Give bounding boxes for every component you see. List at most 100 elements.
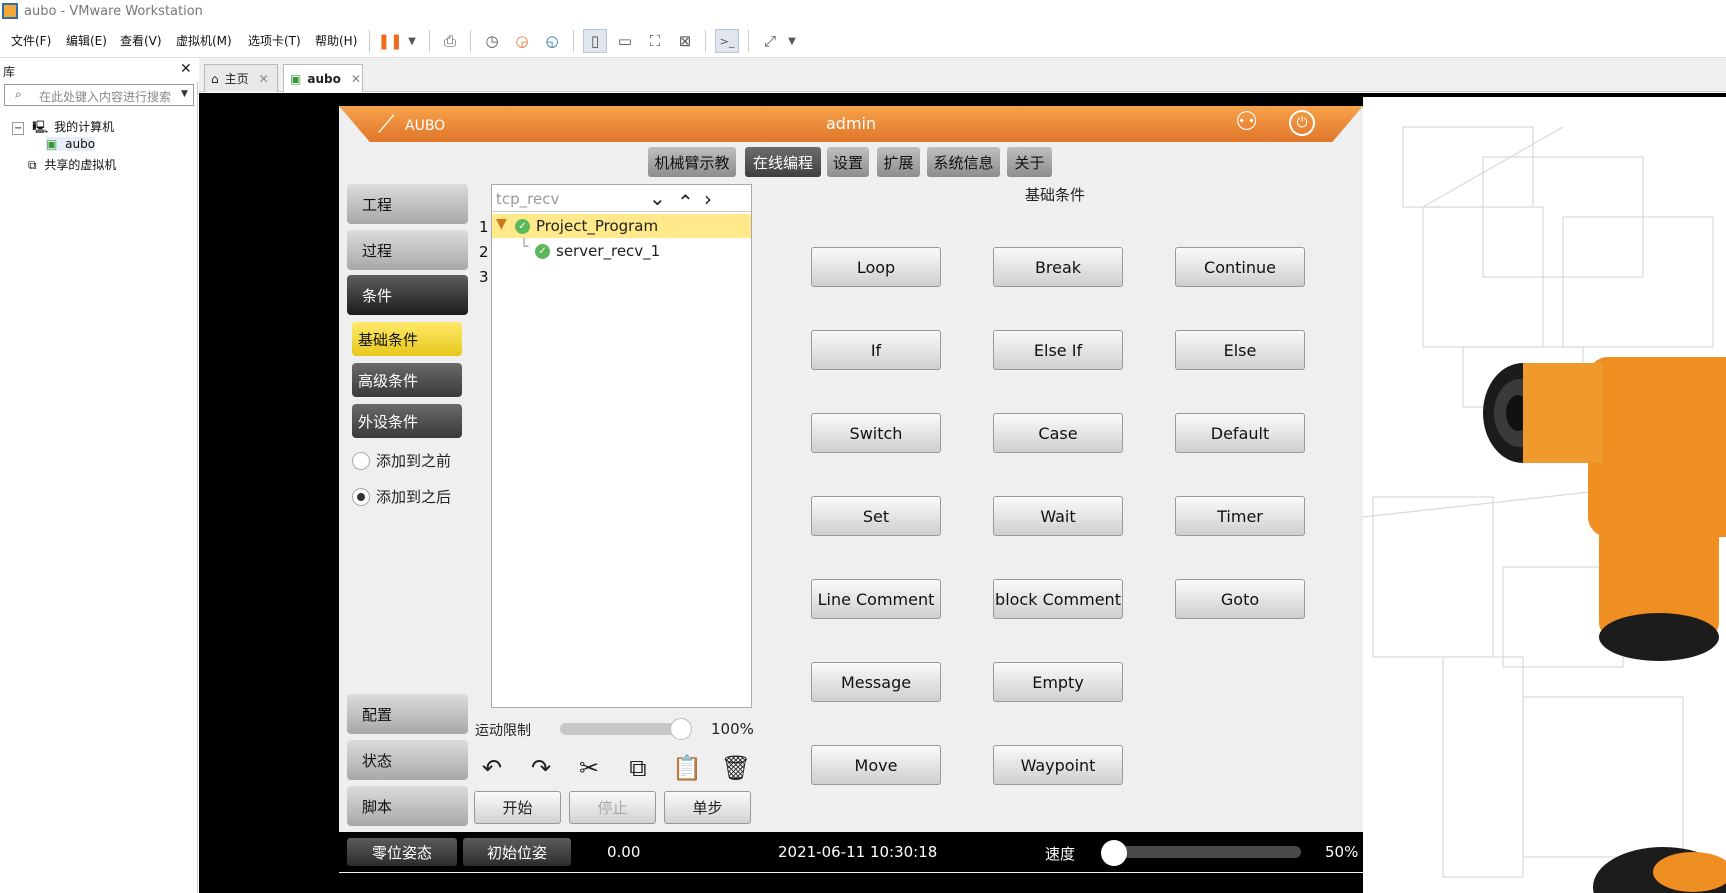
goto-button[interactable]: Goto xyxy=(1175,579,1305,619)
side-condition-button[interactable]: 条件 xyxy=(347,275,468,315)
side-config-button[interactable]: 配置 xyxy=(347,694,468,734)
continue-button[interactable]: Continue xyxy=(1175,247,1305,287)
wait-button[interactable]: Wait xyxy=(993,496,1123,536)
menu-tabs[interactable]: 选项卡(T) xyxy=(248,32,301,49)
radio-button[interactable] xyxy=(352,451,370,470)
search-icon: ⌕ xyxy=(15,87,22,101)
thumbnail-bar-icon[interactable]: ▭ xyxy=(613,29,637,53)
empty-button[interactable]: Empty xyxy=(993,662,1123,702)
stop-button[interactable]: 停止 xyxy=(569,791,656,824)
chevron-down-icon[interactable]: ▼ xyxy=(400,29,424,53)
home-icon: ⌂ xyxy=(211,71,219,86)
waypoint-button[interactable]: Waypoint xyxy=(993,745,1123,785)
else-if-button[interactable]: Else If xyxy=(993,330,1123,370)
start-button[interactable]: 开始 xyxy=(474,791,561,824)
cut-icon[interactable]: ✂ xyxy=(572,752,606,784)
close-icon[interactable]: ✕ xyxy=(180,61,192,77)
side-script-button[interactable]: 脚本 xyxy=(347,786,468,826)
line-number-gutter xyxy=(476,184,492,708)
tab-extensions[interactable]: 扩展 xyxy=(877,147,920,177)
menu-vm[interactable]: 虚拟机(M) xyxy=(176,32,232,49)
chevron-down-icon[interactable]: ▼ xyxy=(181,89,188,99)
tree-item-server-recv[interactable]: └ ✓ server_recv_1 xyxy=(492,239,751,263)
console-icon[interactable]: >_ xyxy=(715,29,739,53)
close-icon[interactable]: ✕ xyxy=(351,72,361,86)
stretch-icon[interactable]: ⤢ xyxy=(758,29,782,53)
motion-limit-slider[interactable] xyxy=(560,718,692,740)
delete-icon[interactable]: 🗑 xyxy=(719,752,753,784)
menu-view[interactable]: 查看(V) xyxy=(120,32,162,49)
block-comment-button[interactable]: block Comment xyxy=(993,579,1123,619)
tab-home[interactable]: ⌂ 主页 ✕ xyxy=(204,64,278,92)
chevron-down-icon[interactable]: ▼ xyxy=(780,29,804,53)
tree-item-aubo[interactable]: ▣ aubo xyxy=(46,137,96,151)
set-button[interactable]: Set xyxy=(811,496,941,536)
library-view-icon[interactable]: ▯ xyxy=(583,29,607,53)
peripheral-condition-button[interactable]: 外设条件 xyxy=(352,404,462,438)
line-comment-button[interactable]: Line Comment xyxy=(811,579,941,619)
side-status-button[interactable]: 状态 xyxy=(347,740,468,780)
tree-item-my-computer[interactable]: − 🖳 我的计算机 xyxy=(12,118,114,139)
unity-icon[interactable]: ⊠ xyxy=(673,29,697,53)
line-number: 2 xyxy=(479,243,489,261)
loop-button[interactable]: Loop xyxy=(811,247,941,287)
else-button[interactable]: Else xyxy=(1175,330,1305,370)
slider-handle[interactable] xyxy=(1101,840,1127,866)
snapshot-manager-icon[interactable]: ◵ xyxy=(540,29,564,53)
case-button[interactable]: Case xyxy=(993,413,1123,453)
power-icon[interactable]: ⏻ xyxy=(1289,110,1315,136)
side-process-button[interactable]: 过程 xyxy=(347,230,468,270)
window-title: aubo - VMware Workstation xyxy=(24,4,203,19)
revert-snapshot-icon[interactable]: ◶ xyxy=(510,29,534,53)
tab-about[interactable]: 关于 xyxy=(1007,147,1052,177)
radio-add-after[interactable]: 添加到之后 xyxy=(352,486,451,507)
paste-icon[interactable]: 📋 xyxy=(670,752,704,784)
search-input[interactable]: ⌕ 在此处键入内容进行搜索 ▼ xyxy=(4,84,194,106)
user-icon[interactable]: ⚇ xyxy=(1235,108,1258,136)
default-button[interactable]: Default xyxy=(1175,413,1305,453)
step-button[interactable]: 单步 xyxy=(664,791,751,824)
timer-button[interactable]: Timer xyxy=(1175,496,1305,536)
tab-online-programming[interactable]: 在线编程 xyxy=(745,147,821,177)
switch-button[interactable]: Switch xyxy=(811,413,941,453)
send-keys-icon[interactable]: ⎙ xyxy=(438,29,462,53)
tree-connector: └ xyxy=(520,239,529,255)
chevron-up-icon[interactable]: ⌃ xyxy=(677,190,694,214)
pause-icon[interactable]: ❚❚ xyxy=(377,29,402,53)
copy-icon[interactable]: ⧉ xyxy=(621,752,655,784)
close-icon[interactable]: ✕ xyxy=(259,72,269,86)
tree-item-shared-vms[interactable]: ⧉ 共享的虚拟机 xyxy=(28,156,116,173)
zero-pose-button[interactable]: 零位姿态 xyxy=(347,838,457,866)
tree-item-project-program[interactable]: ▼ ✓ Project_Program xyxy=(492,214,751,238)
undo-icon[interactable]: ↶ xyxy=(475,752,509,784)
break-button[interactable]: Break xyxy=(993,247,1123,287)
tab-robot-teach[interactable]: 机械臂示教 xyxy=(648,147,736,177)
computer-icon: 🖳 xyxy=(32,120,49,134)
advanced-condition-button[interactable]: 高级条件 xyxy=(352,363,462,397)
fullscreen-icon[interactable]: ⛶ xyxy=(643,29,667,53)
redo-icon[interactable]: ↷ xyxy=(524,752,558,784)
radio-add-before[interactable]: 添加到之前 xyxy=(352,450,451,471)
snapshot-icon[interactable]: ◷ xyxy=(480,29,504,53)
message-button[interactable]: Message xyxy=(811,662,941,702)
tab-system-info[interactable]: 系统信息 xyxy=(927,147,1000,177)
chevron-down-icon[interactable]: ⌄ xyxy=(649,186,666,210)
side-project-button[interactable]: 工程 xyxy=(347,184,468,224)
line-number: 3 xyxy=(479,268,489,286)
speed-slider[interactable] xyxy=(1101,840,1301,866)
radio-button[interactable] xyxy=(352,487,370,506)
speed-label: 速度 xyxy=(1045,845,1076,863)
tab-aubo[interactable]: ▣ aubo ✕ xyxy=(283,64,363,92)
menu-help[interactable]: 帮助(H) xyxy=(315,32,357,49)
if-button[interactable]: If xyxy=(811,330,941,370)
basic-condition-button[interactable]: 基础条件 xyxy=(352,322,462,356)
menu-file[interactable]: 文件(F) xyxy=(11,32,51,49)
expand-icon[interactable]: ▼ xyxy=(496,216,507,232)
user-name: admin xyxy=(826,114,877,133)
init-pose-button[interactable]: 初始位姿 xyxy=(463,838,571,866)
chevron-right-icon[interactable]: › xyxy=(704,187,712,211)
move-button[interactable]: Move xyxy=(811,745,941,785)
slider-handle[interactable] xyxy=(670,718,692,740)
tab-settings[interactable]: 设置 xyxy=(827,147,869,177)
menu-edit[interactable]: 编辑(E) xyxy=(66,32,107,49)
